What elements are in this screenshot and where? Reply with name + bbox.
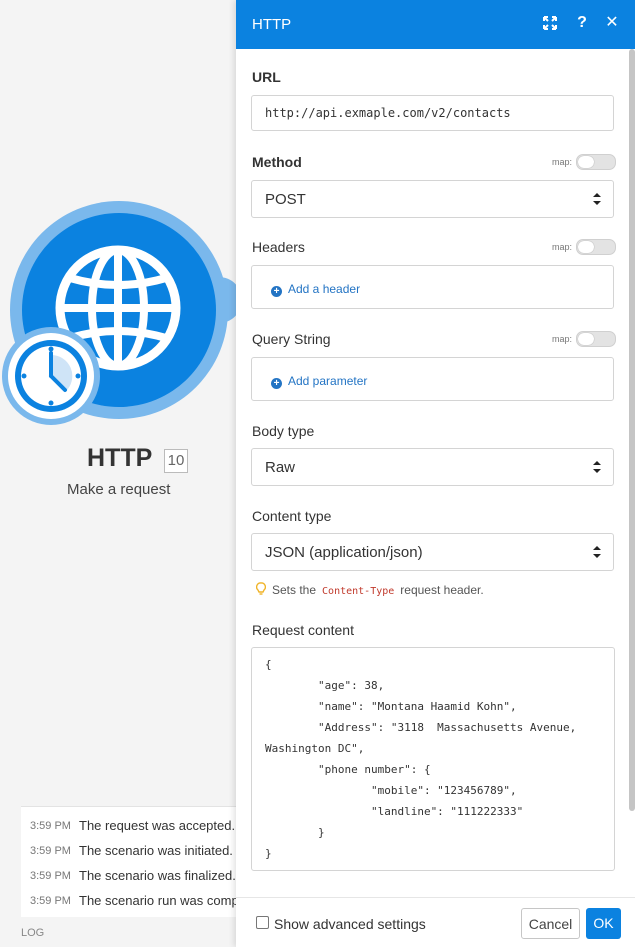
request-content-editor[interactable]: { "age": 38, "name": "Montana Haamid Koh… (251, 647, 615, 871)
content-type-value: JSON (application/json) (265, 544, 423, 561)
headers-map-toggle[interactable] (576, 239, 616, 255)
code-line: "mobile": "123456789", (265, 784, 517, 797)
method-select[interactable]: POST (251, 180, 614, 218)
url-value: http://api.exmaple.com/v2/contacts (265, 106, 511, 120)
headers-label: Headers (252, 239, 305, 255)
headers-map-label: map: (552, 242, 573, 252)
log-row: 3:59 PM The scenario run was completed. (21, 889, 240, 914)
hint-code: Content-Type (322, 586, 395, 597)
log-message: The scenario was finalized. (79, 868, 236, 883)
method-map-label: map: (552, 157, 573, 167)
body-type-value: Raw (265, 459, 296, 476)
log-time: 3:59 PM (30, 845, 71, 857)
code-line: } (265, 847, 272, 860)
add-parameter-link[interactable]: + Add parameter (271, 374, 367, 389)
url-input[interactable]: http://api.exmaple.com/v2/contacts (251, 95, 614, 131)
log-time: 3:59 PM (30, 870, 71, 882)
panel-scrollbar[interactable] (629, 49, 635, 811)
code-line: "Address": "3118 Massachusetts Avenue, (265, 721, 577, 734)
plus-circle-icon: + (271, 378, 282, 389)
close-icon[interactable]: ✕ (602, 13, 622, 33)
method-map-toggle[interactable] (576, 154, 616, 170)
content-type-label: Content type (252, 508, 332, 524)
ok-button[interactable]: OK (586, 908, 621, 939)
lightbulb-icon (256, 582, 266, 595)
log-message: The scenario was initiated. (79, 843, 233, 858)
code-line: "phone number": { (265, 763, 431, 776)
log-time: 3:59 PM (30, 820, 71, 832)
body-type-select[interactable]: Raw (251, 448, 614, 486)
log-message: The request was accepted. (79, 818, 236, 833)
query-string-map-toggle[interactable] (576, 331, 616, 347)
log-panel: 3:59 PM The request was accepted. 3:59 P… (21, 806, 240, 917)
advanced-settings-label[interactable]: Show advanced settings (274, 916, 426, 932)
panel-footer: Show advanced settings Cancel OK (236, 897, 635, 947)
panel-title: HTTP (252, 16, 292, 33)
expand-icon[interactable] (540, 13, 560, 33)
select-caret-icon (593, 546, 601, 558)
code-line: } (265, 826, 325, 839)
module-subtitle: Make a request (67, 481, 171, 498)
query-string-box: + Add parameter (251, 357, 614, 401)
panel-body: URL http://api.exmaple.com/v2/contacts M… (236, 49, 635, 897)
code-line: Washington DC", (265, 742, 365, 755)
module-id-badge: 10 (164, 449, 188, 473)
plus-circle-icon: + (271, 286, 282, 297)
log-row: 3:59 PM The request was accepted. (21, 814, 240, 839)
hint-after: request header. (400, 583, 484, 597)
query-string-label: Query String (252, 331, 331, 347)
query-string-map-label: map: (552, 334, 573, 344)
help-icon[interactable]: ? (572, 13, 592, 33)
log-row: 3:59 PM The scenario was initiated. (21, 839, 240, 864)
clock-icon (15, 340, 87, 412)
select-caret-icon (593, 461, 601, 473)
code-line: "age": 38, (265, 679, 385, 692)
hint-before: Sets the (272, 583, 317, 597)
log-time: 3:59 PM (30, 895, 71, 907)
content-type-hint: Sets the Content-Type request header. (256, 582, 484, 597)
method-label: Method (252, 154, 302, 170)
cancel-button[interactable]: Cancel (521, 908, 580, 939)
code-line: "landline": "111222333" (265, 805, 524, 818)
select-caret-icon (593, 193, 601, 205)
code-line: { (265, 658, 272, 671)
module-settings-panel: HTTP ? ✕ URL http://api.exmaple.com/v2/c… (236, 0, 635, 947)
code-line: "name": "Montana Haamid Kohn", (265, 700, 517, 713)
method-value: POST (265, 191, 306, 208)
add-header-label: Add a header (288, 282, 361, 296)
log-row: 3:59 PM The scenario was finalized. (21, 864, 240, 889)
headers-box: + Add a header (251, 265, 614, 309)
log-message: The scenario run was completed. (79, 893, 240, 908)
add-parameter-label: Add parameter (288, 374, 368, 388)
add-header-link[interactable]: + Add a header (271, 282, 360, 297)
module-title: HTTP (87, 444, 153, 472)
advanced-settings-checkbox[interactable] (256, 916, 269, 929)
body-type-label: Body type (252, 423, 315, 439)
request-content-label: Request content (252, 622, 354, 638)
panel-header: HTTP ? ✕ (236, 0, 635, 49)
url-label: URL (252, 69, 281, 85)
log-label[interactable]: LOG (21, 927, 44, 939)
content-type-select[interactable]: JSON (application/json) (251, 533, 614, 571)
scenario-canvas: HTTP 10 Make a request (0, 0, 240, 947)
